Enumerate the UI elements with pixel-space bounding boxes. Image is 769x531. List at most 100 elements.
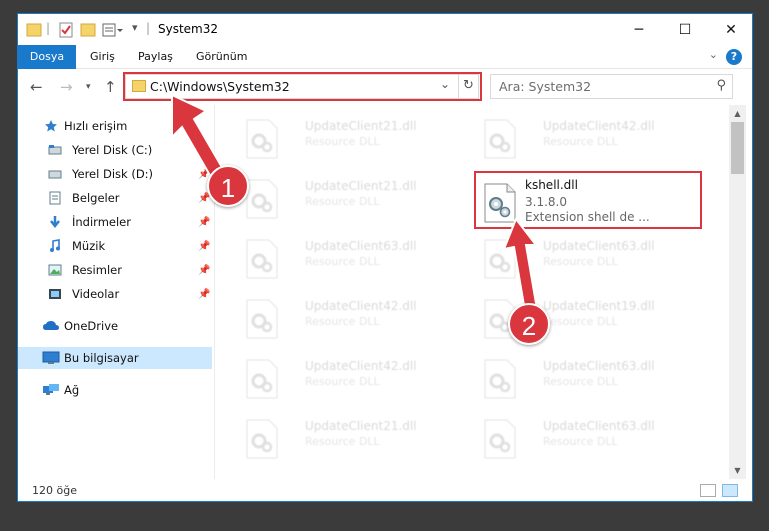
new-folder-icon[interactable] [80,21,96,39]
sidebar-item-label: Ağ [64,383,80,397]
scroll-up-icon[interactable]: ▲ [729,105,746,122]
help-button[interactable]: ? [726,49,742,65]
file-name: UpdateClient21.dll [305,179,417,193]
sidebar-item-label: Bu bilgisayar [64,351,139,365]
scrollbar-thumb[interactable] [731,122,744,174]
properties-icon[interactable] [58,21,74,39]
navigation-bar: ← → ▾ ↑ C:\Windows\System32 ⌄ ↻ Ara: Sys… [18,69,752,105]
dll-file-icon [246,299,278,339]
file-description: Resource DLL [305,255,380,268]
scroll-down-icon[interactable]: ▼ [729,462,746,479]
search-input[interactable]: Ara: System32 ⚲ [490,74,733,99]
file-description: Resource DLL [305,195,380,208]
dll-file-icon [246,359,278,399]
explorer-window: | ▾ | System32 ─ ☐ ✕ Dosya Giriş Paylaş … [17,13,753,502]
large-icons-view-icon[interactable] [722,484,738,497]
dll-file-icon [246,239,278,279]
file-description: Resource DLL [543,135,618,148]
chevron-down-icon[interactable]: ▾ [132,21,138,39]
sidebar-item-this-pc[interactable]: Bu bilgisayar [18,347,212,369]
file-name: UpdateClient21.dll [305,419,417,433]
file-name: UpdateClient42.dll [305,299,417,313]
folder-icon [26,23,42,37]
file-name: UpdateClient63.dll [543,359,655,373]
file-name: UpdateClient42.dll [305,359,417,373]
separator: | [146,21,151,35]
pictures-icon [48,264,62,276]
dll-file-icon [484,359,516,399]
file-description: Resource DLL [305,375,380,388]
sidebar-item-label: Resimler [72,263,122,277]
videos-icon [49,289,61,299]
dll-file-icon [246,419,278,459]
pin-icon[interactable]: 📌 [198,289,210,300]
file-description: Resource DLL [305,315,380,328]
details-view-icon[interactable] [700,484,716,497]
file-name: UpdateClient42.dll [543,119,655,133]
list-item[interactable]: UpdateClient63.dll Resource DLL [473,351,703,407]
list-item[interactable]: UpdateClient42.dll Resource DLL [473,111,703,167]
sidebar-item-pictures[interactable]: Resimler 📌 [18,259,212,281]
tab-view[interactable]: Görünüm [186,45,257,69]
sidebar-item-label: Hızlı erişim [64,119,128,133]
list-item[interactable]: UpdateClient42.dll Resource DLL [235,291,465,347]
list-item[interactable]: UpdateClient21.dll Resource DLL [235,111,465,167]
file-name: UpdateClient21.dll [305,119,417,133]
drive-icon [48,170,62,179]
file-description: Resource DLL [305,435,380,448]
search-icon[interactable]: ⚲ [716,78,726,93]
step-badge-1: 1 [207,165,249,207]
sidebar-item-onedrive[interactable]: OneDrive [18,315,212,337]
dll-file-icon [484,119,516,159]
file-description: Resource DLL [305,135,380,148]
list-item[interactable]: UpdateClient63.dll Resource DLL [235,231,465,287]
window-title: System32 [158,22,219,36]
pin-icon[interactable]: 📌 [198,241,210,252]
list-item[interactable]: UpdateClient42.dll Resource DLL [235,351,465,407]
file-name: UpdateClient63.dll [543,239,655,253]
file-list: UpdateClient21.dll Resource DLL UpdateCl… [215,105,725,479]
ribbon-tabs: Dosya Giriş Paylaş Görünüm ⌄ ? [18,45,752,101]
sidebar-item-label: Müzik [72,239,106,253]
step-badge-2: 2 [508,303,550,345]
customize-toolbar-icon[interactable] [102,21,124,39]
vertical-scrollbar[interactable]: ▲ ▼ [729,105,746,479]
pin-icon[interactable]: 📌 [198,265,210,276]
sidebar-item-music[interactable]: Müzik 📌 [18,235,212,257]
documents-icon [49,191,61,205]
star-icon [45,120,57,132]
list-item[interactable]: UpdateClient63.dll Resource DLL [473,411,703,467]
up-arrow-icon[interactable]: ↑ [104,78,117,96]
tab-share[interactable]: Paylaş [128,45,183,69]
recent-locations-chevron-icon[interactable]: ▾ [86,82,91,92]
chevron-down-icon[interactable]: ⌄ [709,48,718,61]
status-bar: 120 öğe [18,479,752,501]
sidebar-item-label: Videolar [72,287,120,301]
list-item[interactable]: UpdateClient21.dll Resource DLL [235,411,465,467]
music-icon [50,239,60,252]
sidebar-item-label: Yerel Disk (C:) [72,143,153,157]
dll-file-icon [484,419,516,459]
minimize-button[interactable]: ─ [616,14,662,45]
sidebar-item-network[interactable]: Ağ [18,379,212,401]
drive-icon [48,145,62,155]
cloud-icon [43,321,59,330]
close-button[interactable]: ✕ [708,14,752,45]
item-count: 120 öğe [32,484,77,497]
network-icon [43,384,59,395]
file-name: UpdateClient63.dll [305,239,417,253]
file-description: Resource DLL [543,375,618,388]
sidebar-item-label: İndirmeler [72,215,131,229]
search-placeholder: Ara: System32 [499,79,592,94]
sidebar-item-videos[interactable]: Videolar 📌 [18,283,212,305]
maximize-button[interactable]: ☐ [662,14,708,45]
separator: | [46,21,51,35]
forward-arrow-icon[interactable]: → [60,78,73,96]
sidebar-item-label: Yerel Disk (D:) [72,167,154,181]
back-arrow-icon[interactable]: ← [30,78,43,96]
title-bar: | ▾ | System32 ─ ☐ ✕ [18,14,752,45]
list-item[interactable]: UpdateClient21.dll Resource DLL [235,171,465,227]
tab-home[interactable]: Giriş [80,45,125,69]
file-description: Resource DLL [543,435,618,448]
pin-icon[interactable]: 📌 [198,217,210,228]
